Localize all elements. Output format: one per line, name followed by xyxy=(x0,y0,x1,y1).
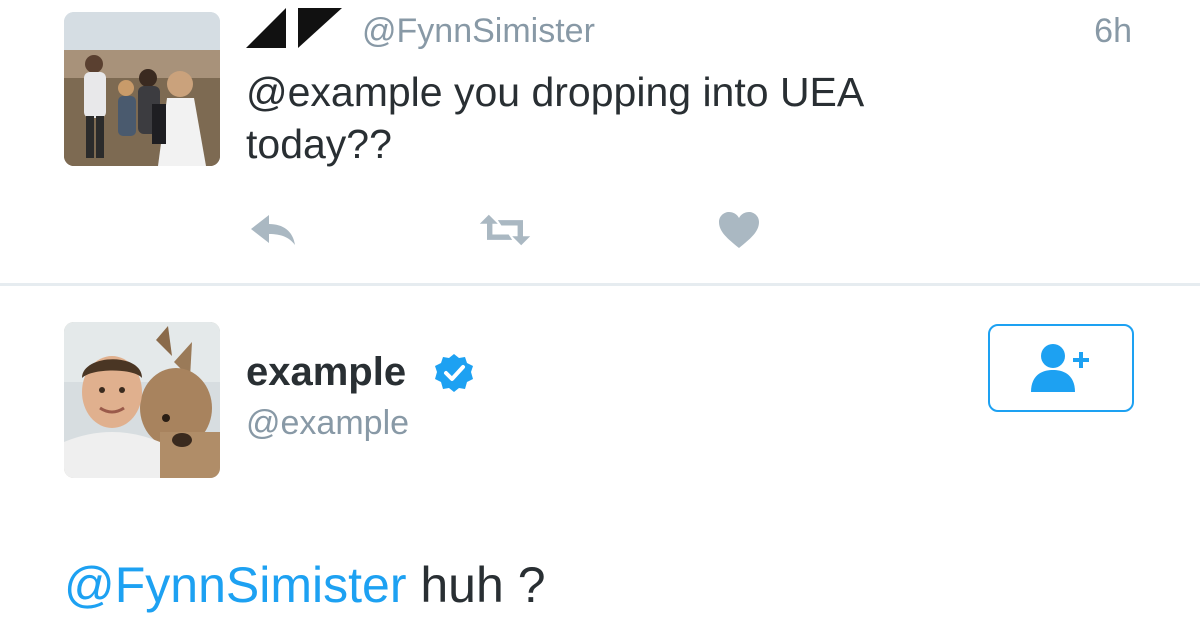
tweet-body-text: huh ? xyxy=(406,557,546,613)
reply-icon xyxy=(251,215,295,245)
mention-link[interactable]: @FynnSimister xyxy=(64,557,406,613)
follow-button[interactable] xyxy=(988,324,1134,412)
tweet-timestamp[interactable]: 6h xyxy=(1094,12,1132,51)
tweet-text: @FynnSimister huh ? xyxy=(64,556,546,614)
reply-tweet[interactable]: @FynnSimister 6h @example you dropping i… xyxy=(0,0,1200,284)
retweet-icon xyxy=(479,214,531,246)
add-user-icon xyxy=(1031,344,1089,392)
tweet-text-line: today?? xyxy=(246,121,392,167)
reply-button[interactable] xyxy=(246,208,300,252)
heart-icon xyxy=(719,212,759,248)
retweet-button[interactable] xyxy=(478,208,532,252)
author-display-name[interactable]: example xyxy=(246,350,406,395)
author-handle[interactable]: @example xyxy=(246,404,409,443)
author-handle[interactable]: @FynnSimister xyxy=(362,12,595,51)
brand-logo-icon xyxy=(246,8,342,48)
tweet-divider xyxy=(0,283,1200,286)
verified-badge-icon xyxy=(435,354,473,392)
tweet-actions xyxy=(246,208,786,252)
tweet-text-line: @example you dropping into UEA xyxy=(246,69,865,115)
like-button[interactable] xyxy=(712,208,766,252)
avatar[interactable] xyxy=(64,322,220,478)
tweet-text: @example you dropping into UEA today?? xyxy=(246,66,1006,170)
avatar[interactable] xyxy=(64,12,220,166)
